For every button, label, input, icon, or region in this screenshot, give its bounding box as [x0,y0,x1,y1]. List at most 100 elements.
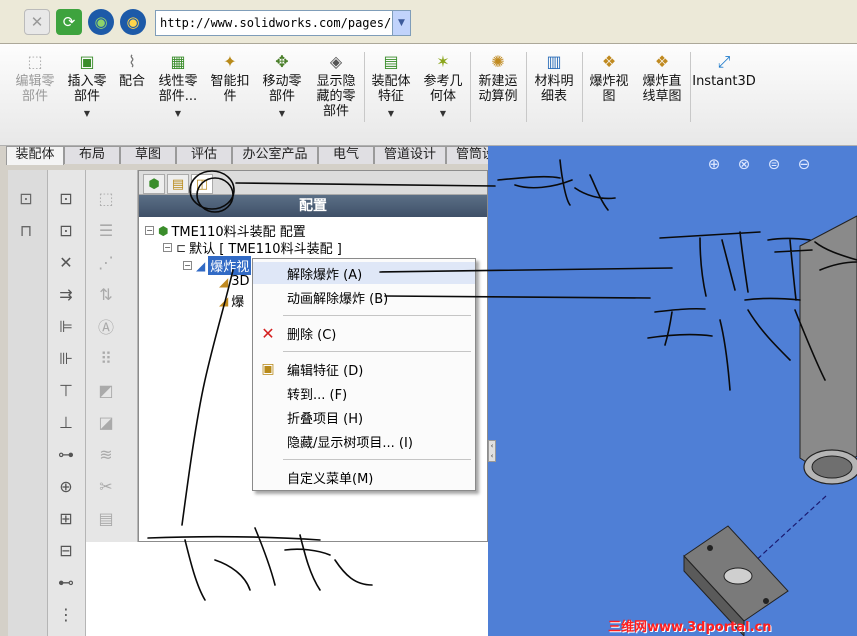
button-label: Instant3D [692,74,756,89]
exploded-view-button[interactable]: ❖ 爆炸视 图 [584,50,634,104]
corner-rectangle-tool-icon[interactable]: ⊡ [54,218,78,242]
assembly-icon: ⬢ [158,223,169,238]
watermark: 三维网www.3dportal.cn [608,620,772,635]
chevron-down-icon[interactable]: ▼ [152,106,204,121]
tree-default-config[interactable]: − ⊏ 默认 [ TME110料斗装配 ] [163,238,342,257]
chevron-down-icon[interactable]: ▼ [62,106,112,121]
sketch-tool-icon[interactable]: ⊡ [14,186,38,210]
wave-tool-icon[interactable]: ≋ [94,442,118,466]
reference-geometry-button[interactable]: ✶ 参考几 何体 ▼ [418,50,468,121]
menu-item-collapse-items[interactable]: 折叠项目 (H) [253,406,475,428]
address-dropdown-icon[interactable]: ▼ [392,11,410,35]
menu-item-goto[interactable]: 转到... (F) [253,382,475,404]
trim-tool-icon[interactable]: ✕ [54,250,78,274]
collapse-icon[interactable]: − [183,261,192,270]
pattern-tool-icon[interactable]: ⋰ [94,250,118,274]
table-tool-icon[interactable]: ▤ [94,506,118,530]
mate-button[interactable]: ⌇ 配合 [114,50,150,89]
tab-electrical[interactable]: 电气 [318,146,374,164]
tree-explode-step-2-label: 爆 [231,295,245,310]
chevron-down-icon[interactable]: ▼ [256,106,308,121]
insert-component-button[interactable]: ▣ 插入零 部件 ▼ [62,50,112,121]
zoom-to-fit-icon[interactable]: ⊕ [702,152,726,176]
instant3d-icon: ⤢ [717,51,731,71]
group-icon[interactable]: ⊞ [54,506,78,530]
collapse-icon[interactable]: − [163,243,172,252]
menu-item-delete[interactable]: ✕ 删除 (C) [253,322,475,344]
tab-piping[interactable]: 管道设计 [374,146,446,164]
mirror-tool-icon[interactable]: ⇅ [94,282,118,306]
new-motion-study-button[interactable]: ✺ 新建运 动算例 [472,50,524,104]
configuration-tab-icon[interactable]: ◫ [191,174,213,194]
edit-component-button[interactable]: ⬚ 编辑零 部件 [10,50,60,104]
align-right-icon[interactable]: ⊪ [54,346,78,370]
tab-evaluate[interactable]: 评估 [176,146,232,164]
button-label: 爆炸视 图 [589,74,629,104]
more-tools-icon[interactable]: ⋮ [54,602,78,626]
browser-toolbar: ✕ ⟳ ◉ ◉ http://www.solidworks.com/pages/… [0,0,857,44]
bom-button[interactable]: ▥ 材料明 细表 [528,50,580,104]
menu-item-label: 折叠项目 (H) [287,411,364,427]
chevron-down-icon[interactable]: ▼ [418,106,468,121]
center-icon[interactable]: ⊕ [54,474,78,498]
tree-explode-step-1[interactable]: ◢ 3D [219,274,250,289]
menu-item-collapse-explode[interactable]: 解除爆炸 (A) [253,262,475,284]
property-manager-tab-icon[interactable]: ▤ [167,174,189,194]
stack-icon[interactable]: ⊟ [54,538,78,562]
line-tool-icon[interactable]: ⊓ [14,218,38,242]
distribute-icon[interactable]: ⊶ [54,442,78,466]
zoom-to-area-icon[interactable]: ⊗ [732,152,756,176]
annotation-tool-icon[interactable]: Ⓐ [94,314,118,338]
tab-sketch[interactable]: 草图 [120,146,176,164]
align-top-icon[interactable]: ⊤ [54,378,78,402]
grid-tool-icon[interactable]: ⠿ [94,346,118,370]
menu-item-animate-collapse[interactable]: 动画解除爆炸 (B) [253,286,475,308]
collapse-icon[interactable]: − [145,226,154,235]
chevron-down-icon[interactable]: ▼ [366,106,416,121]
bracket-bolt-hole [763,598,769,604]
tree-exploded-view[interactable]: − ◢ 爆炸视 [183,256,252,275]
section-tool-icon[interactable]: ◪ [94,410,118,434]
spread-icon[interactable]: ⊷ [54,570,78,594]
panel-splitter-handle[interactable]: ‹ ‹ [488,440,496,462]
offset-tool-icon[interactable]: ⇉ [54,282,78,306]
zoom-in-out-icon[interactable]: ⊜ [762,152,786,176]
view-tool-icon[interactable]: ◩ [94,378,118,402]
rectangle-tool-icon[interactable]: ⊡ [54,186,78,210]
feature-tree-tab-icon[interactable]: ⬢ [143,174,165,194]
separator [364,52,365,122]
globe-icon[interactable]: ◉ [88,9,114,35]
address-bar[interactable]: http://www.solidworks.com/pages/p ▼ [155,10,411,36]
tree-explode-step-1-label: 3D [231,274,250,289]
panel-title: 配置 [139,195,487,217]
cube-tool-icon[interactable]: ⬚ [94,186,118,210]
menu-item-edit-feature[interactable]: ▣ 编辑特征 (D) [253,358,475,380]
explode-line-sketch-button[interactable]: ❖ 爆炸直 线草图 [636,50,688,104]
zoom-to-selection-icon[interactable]: ⊖ [792,152,816,176]
show-hidden-components-button[interactable]: ◈ 显示隐 藏的零 部件 [310,50,362,119]
separator [582,52,583,122]
menu-item-label: 解除爆炸 (A) [287,267,363,283]
menu-item-customize-menu[interactable]: 自定义菜单(M) [253,466,475,488]
instant3d-button[interactable]: ⤢ Instant3D [692,50,756,89]
panel-tabbar: ⬢ ▤ ◫ [139,171,487,195]
tree-exploded-view-label: 爆炸视 [208,256,252,275]
align-bottom-icon[interactable]: ⊥ [54,410,78,434]
refresh-icon[interactable]: ⟳ [56,9,82,35]
cut-tool-icon[interactable]: ✂ [94,474,118,498]
tab-layout[interactable]: 布局 [64,146,120,164]
button-label: 配合 [118,74,145,89]
move-component-button[interactable]: ✥ 移动零 部件 ▼ [256,50,308,121]
assembly-feature-button[interactable]: ▤ 装配体 特征 ▼ [366,50,416,121]
linear-pattern-button[interactable]: ▦ 线性零 部件... ▼ [152,50,204,121]
stack-tool-icon[interactable]: ☰ [94,218,118,242]
menu-item-hide-show-tree-items[interactable]: 隐藏/显示树项目... (I) [253,430,475,452]
smart-fastener-button[interactable]: ✦ 智能扣 件 [206,50,254,104]
tree-explode-step-2[interactable]: ◢ 爆 [219,291,245,311]
graphics-area[interactable]: ⊕ ⊗ ⊜ ⊖ ‹ ‹ 三维网www.3dportal.cn [488,146,857,636]
home-globe-icon[interactable]: ◉ [120,9,146,35]
align-left-icon[interactable]: ⊫ [54,314,78,338]
tab-office-products[interactable]: 办公室产品 [232,146,318,164]
stop-icon[interactable]: ✕ [24,9,50,35]
tab-assembly[interactable]: 装配体 [6,146,64,165]
